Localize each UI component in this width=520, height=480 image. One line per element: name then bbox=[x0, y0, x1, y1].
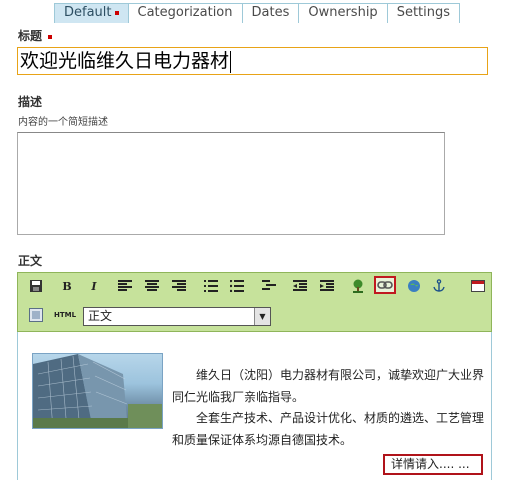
title-input[interactable]: 欢迎光临维久日电力器材 bbox=[17, 47, 488, 75]
description-textarea[interactable] bbox=[17, 132, 445, 235]
save-icon[interactable] bbox=[27, 277, 45, 295]
tab-dates-label: Dates bbox=[251, 5, 290, 20]
bold-icon[interactable]: B bbox=[58, 277, 76, 295]
required-marker bbox=[48, 34, 53, 39]
indent-icon[interactable] bbox=[318, 277, 336, 295]
toolbar-row-2: HTML 正文 ▼ bbox=[18, 306, 491, 328]
tab-ownership[interactable]: Ownership bbox=[299, 4, 388, 23]
image-icon[interactable] bbox=[349, 277, 367, 295]
tab-categorization-label: Categorization bbox=[137, 5, 233, 20]
tab-default-label: Default bbox=[64, 5, 112, 20]
body-text: 维久日（沈阳）电力器材有限公司，诚挚欢迎广大业界同仁光临我厂亲临指导。 全套生产… bbox=[172, 365, 490, 451]
ordered-list-icon[interactable] bbox=[202, 277, 220, 295]
required-marker bbox=[114, 10, 119, 15]
tab-ownership-label: Ownership bbox=[308, 5, 378, 20]
chevron-down-icon: ▼ bbox=[254, 308, 270, 325]
description-help: 内容的一个简短描述 bbox=[18, 117, 108, 128]
italic-icon[interactable]: I bbox=[85, 277, 103, 295]
align-center-icon[interactable] bbox=[143, 277, 161, 295]
toolbar-row-1: B I bbox=[18, 276, 491, 299]
body-paragraph-2: 全套生产技术、产品设计优化、材质的遴选、工艺管理和质量保证体系均源自德国技术。 bbox=[172, 411, 485, 447]
definition-list-icon[interactable] bbox=[260, 277, 278, 295]
tab-default[interactable]: Default bbox=[55, 4, 129, 23]
anchor-icon[interactable] bbox=[430, 277, 448, 295]
tab-settings-label: Settings bbox=[396, 5, 451, 20]
body-paragraph-1: 维久日（沈阳）电力器材有限公司，诚挚欢迎广大业界同仁光临我厂亲临指导。 bbox=[172, 368, 485, 404]
external-link-icon[interactable] bbox=[405, 277, 423, 295]
outdent-icon[interactable] bbox=[291, 277, 309, 295]
table-icon[interactable] bbox=[469, 277, 487, 295]
title-input-value: 欢迎光临维久日电力器材 bbox=[20, 50, 230, 72]
body-label: 正文 bbox=[18, 254, 43, 268]
tab-settings[interactable]: Settings bbox=[388, 4, 459, 23]
title-label-row: 标题 bbox=[18, 27, 53, 44]
unordered-list-icon[interactable] bbox=[228, 277, 246, 295]
align-left-icon[interactable] bbox=[116, 277, 134, 295]
align-right-icon[interactable] bbox=[170, 277, 188, 295]
format-select[interactable]: 正文 ▼ bbox=[83, 307, 271, 326]
editor-toolbar: B I HTML 正文 ▼ bbox=[17, 272, 492, 332]
table-icon[interactable] bbox=[27, 306, 45, 324]
tab-dates[interactable]: Dates bbox=[243, 4, 300, 23]
format-select-value: 正文 bbox=[88, 309, 113, 323]
tab-categorization[interactable]: Categorization bbox=[129, 4, 243, 23]
link-icon[interactable] bbox=[374, 276, 396, 294]
more-details-link[interactable]: 详情请入.... ... bbox=[383, 454, 483, 475]
building-photo bbox=[32, 353, 163, 429]
title-label: 标题 bbox=[18, 29, 43, 43]
tab-bar: Default Categorization Dates Ownership S… bbox=[54, 3, 461, 23]
description-label: 描述 bbox=[18, 95, 43, 109]
html-icon[interactable]: HTML bbox=[54, 306, 76, 324]
editor-content-area[interactable]: 维久日（沈阳）电力器材有限公司，诚挚欢迎广大业界同仁光临我厂亲临指导。 全套生产… bbox=[17, 332, 492, 480]
text-caret bbox=[230, 50, 232, 73]
